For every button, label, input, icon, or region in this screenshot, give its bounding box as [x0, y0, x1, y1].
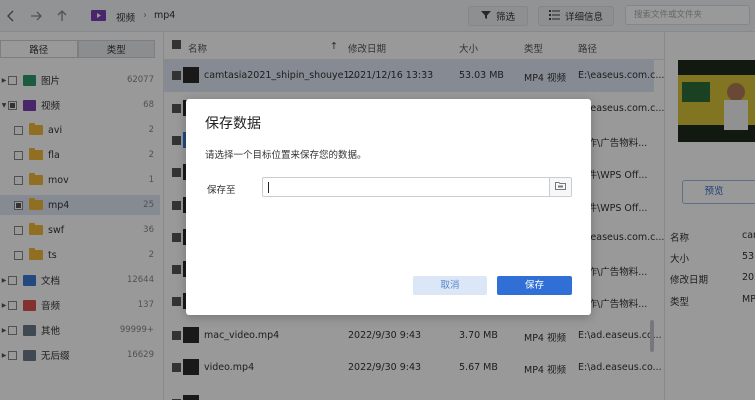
save-button[interactable]: 保存: [497, 276, 572, 295]
save-to-label: 保存至: [207, 185, 236, 196]
save-path-input[interactable]: [262, 177, 572, 197]
dialog-message: 请选择一个目标位置来保存您的数据。: [205, 150, 367, 161]
cancel-button[interactable]: 取消: [413, 276, 487, 295]
save-data-dialog: 保存数据 请选择一个目标位置来保存您的数据。 保存至 取消 保存: [186, 99, 591, 315]
text-caret: [268, 182, 269, 193]
dialog-title: 保存数据: [205, 116, 261, 132]
folder-browse-icon: [555, 181, 566, 193]
browse-folder-button[interactable]: [549, 178, 571, 196]
